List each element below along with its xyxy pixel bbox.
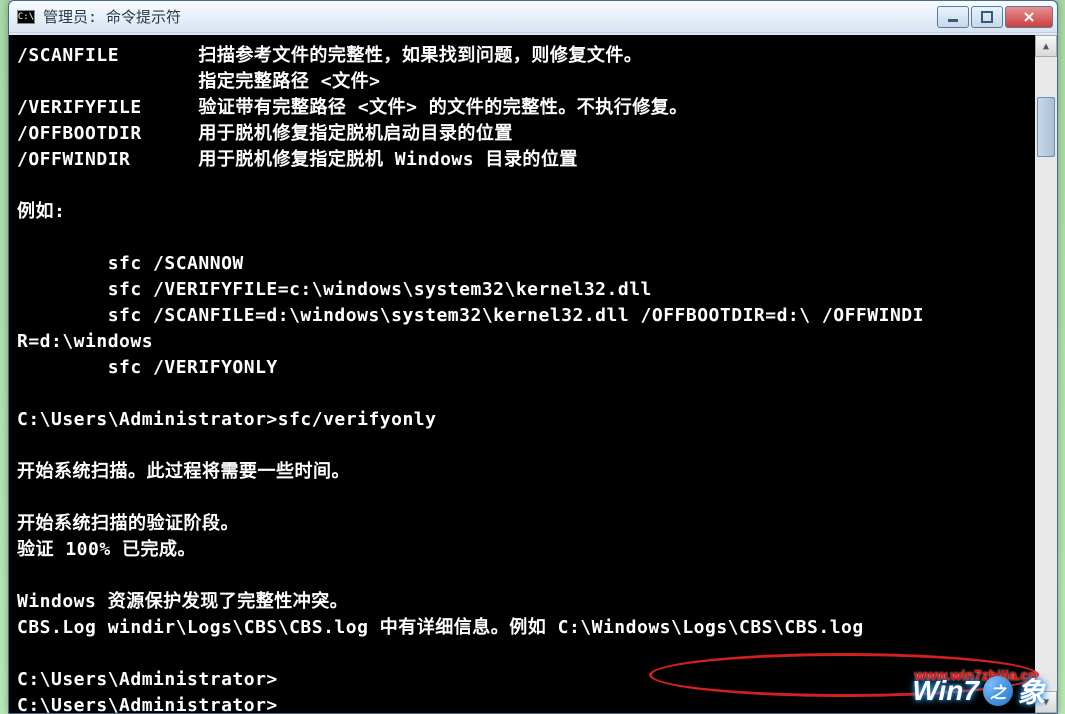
terminal-area: /SCANFILE 扫描参考文件的完整性，如果找到问题，则修复文件。 指定完整路… [9, 33, 1057, 713]
terminal-output[interactable]: /SCANFILE 扫描参考文件的完整性，如果找到问题，则修复文件。 指定完整路… [9, 35, 1035, 713]
window-controls [937, 6, 1053, 28]
window-title: 管理员: 命令提示符 [43, 6, 937, 27]
logo-globe-icon: 之 [983, 676, 1013, 706]
close-button[interactable] [1005, 6, 1053, 28]
cmd-icon: C:\ [17, 10, 35, 24]
watermark-logo: Win7 之 象 [912, 671, 1045, 711]
logo-text-left: Win7 [912, 675, 979, 707]
logo-text-right: 象 [1017, 671, 1045, 711]
maximize-button[interactable] [971, 6, 1003, 28]
command-prompt-window: C:\ 管理员: 命令提示符 /SCANFILE 扫描参考文件的完整性，如果找到… [8, 0, 1058, 714]
scroll-track[interactable] [1035, 57, 1057, 691]
scroll-up-arrow-icon[interactable]: ▲ [1035, 35, 1057, 57]
titlebar[interactable]: C:\ 管理员: 命令提示符 [9, 1, 1057, 33]
scroll-thumb[interactable] [1037, 97, 1055, 157]
minimize-button[interactable] [937, 6, 969, 28]
vertical-scrollbar[interactable]: ▲ ▼ [1035, 35, 1057, 713]
